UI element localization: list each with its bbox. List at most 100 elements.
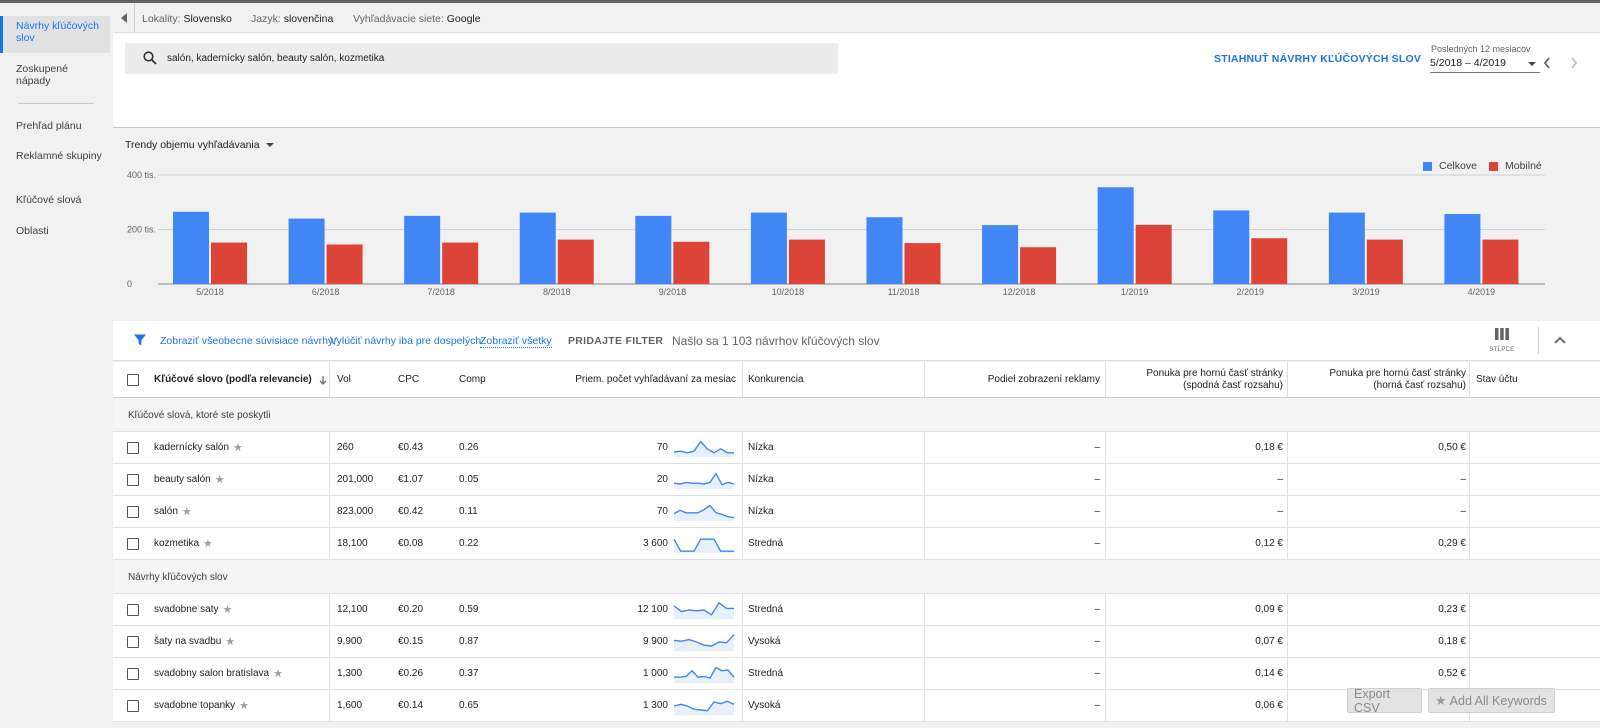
column-divider	[1105, 594, 1106, 625]
table-row[interactable]: kadernícky salón ★ 260 €0.43 0.26 70 Nízka – 0,1…	[113, 432, 1600, 464]
header-bid-low[interactable]: Ponuka pre hornú časť stránky (spodná ča…	[1113, 362, 1283, 397]
header-bid-high[interactable]: Ponuka pre hornú časť stránky (horná čas…	[1298, 362, 1466, 397]
date-range-select[interactable]: 5/2018 – 4/2019	[1430, 57, 1540, 73]
sidebar-item-plan-overview[interactable]: Prehľad plánu	[0, 120, 110, 132]
show-broad-ideas-link[interactable]: Zobraziť všeobecne súvisiace návrhy;	[160, 335, 336, 347]
sidebar-item-locations[interactable]: Oblasti	[0, 225, 110, 237]
column-divider	[1469, 432, 1470, 463]
download-keyword-ideas-link[interactable]: STIAHNUŤ NÁVRHY KĽÚČOVÝCH SLOV	[1214, 53, 1421, 65]
x-tick-label: 10/2018	[772, 287, 805, 297]
sidebar-item-label: Zoskupené nápady	[16, 63, 68, 87]
comp-cell: 0.22	[459, 538, 479, 549]
row-checkbox[interactable]	[127, 473, 139, 486]
table-row[interactable]: šaty na svadbu ★ 9,900 €0.15 0.87 9 900 Vysoká…	[113, 626, 1600, 658]
star-icon[interactable]: ★	[203, 537, 213, 550]
exclude-adult-ideas-link[interactable]: Vylúčiť návrhy iba pre dospelých	[330, 335, 481, 347]
bar-total	[982, 225, 1019, 284]
language-filter[interactable]: Jazyk: slovenčina	[251, 13, 333, 25]
collapse-sidebar-button[interactable]	[113, 3, 135, 32]
header-avg-searches[interactable]: Priem. počet vyhľadávaní za mesiac	[573, 362, 736, 397]
header-vol[interactable]: Vol	[337, 362, 351, 397]
star-icon[interactable]: ★	[182, 505, 192, 518]
star-icon[interactable]: ★	[233, 441, 243, 454]
header-keyword[interactable]: Kľúčové slovo (podľa relevancie)	[154, 362, 328, 397]
add-filter-button[interactable]: PRIDAJTE FILTER	[568, 335, 663, 347]
column-divider	[1469, 362, 1470, 397]
bid-low-cell: 0,12 €	[1255, 538, 1283, 549]
row-checkbox[interactable]	[127, 441, 139, 454]
keyword-cell: salón ★	[154, 496, 192, 527]
column-divider	[742, 658, 743, 689]
header-account-status[interactable]: Stav účtu	[1476, 362, 1518, 397]
cpc-cell: €0.43	[398, 442, 424, 453]
comp-cell: 0.65	[459, 700, 479, 711]
header-comp[interactable]: Comp	[459, 362, 486, 397]
keyword-cell: svadobny salon bratislava ★	[154, 658, 283, 689]
table-row[interactable]: salón ★ 823,000 €0.42 0.11 70 Nízka – – –	[113, 496, 1600, 528]
row-checkbox[interactable]	[127, 699, 139, 712]
filter-icon[interactable]	[133, 333, 147, 347]
header-impression-share[interactable]: Podiel zobrazení reklamy	[943, 362, 1100, 397]
vol-cell: 201,000	[337, 474, 374, 485]
row-checkbox[interactable]	[127, 667, 139, 680]
trend-sparkline	[673, 504, 735, 521]
trend-sparkline	[673, 634, 735, 651]
show-all-link[interactable]: Zobraziť všetky	[480, 335, 552, 348]
header-cpc[interactable]: CPC	[398, 362, 419, 397]
star-icon[interactable]: ★	[225, 635, 235, 648]
table-row[interactable]: svadobny salon bratislava ★ 1,300 €0.26 0.37…	[113, 658, 1600, 690]
bar-mobile	[1366, 239, 1403, 284]
cpc-cell: €0.26	[398, 668, 424, 679]
keyword-cell: šaty na svadbu ★	[154, 626, 235, 657]
bar-total	[1097, 187, 1134, 284]
x-tick-label: 4/2019	[1468, 287, 1496, 297]
row-checkbox-cell	[127, 464, 139, 495]
keyword-search-input[interactable]: salón, kadernícky salón, beauty salón, k…	[125, 43, 838, 74]
sidebar-item-grouped-ideas[interactable]: Zoskupené nápady	[0, 63, 110, 87]
location-filter[interactable]: Lokality: Slovensko	[142, 13, 232, 25]
header-keyword-label: Kľúčové slovo (podľa relevancie)	[154, 374, 312, 385]
keywords-table: Kľúčové slovo (podľa relevancie) Vol CPC…	[113, 362, 1600, 722]
star-icon[interactable]: ★	[215, 473, 225, 486]
impression-share-cell: –	[1094, 474, 1100, 485]
network-filter[interactable]: Vyhľadávacie siete: Google	[353, 13, 481, 25]
column-divider	[1287, 690, 1288, 721]
competition-cell: Stredná	[748, 538, 784, 549]
impression-share-cell: –	[1094, 442, 1100, 453]
table-row[interactable]: svadobne saty ★ 12,100 €0.20 0.59 12 100 Stred…	[113, 594, 1600, 626]
columns-button[interactable]: STĹPCE	[1487, 327, 1517, 353]
chevron-up-icon[interactable]	[1553, 333, 1567, 347]
bar-mobile	[788, 239, 825, 284]
table-row[interactable]: kozmetika ★ 18,100 €0.08 0.22 3 600 Stredná – 0,…	[113, 528, 1600, 560]
previous-period-button[interactable]	[1539, 55, 1555, 71]
vol-cell: 1,300	[337, 668, 363, 679]
next-period-button[interactable]	[1566, 55, 1582, 71]
keyword-cell: beauty salón ★	[154, 464, 225, 495]
column-divider	[329, 626, 330, 657]
select-all-checkbox[interactable]	[127, 373, 139, 386]
bar-mobile	[1135, 224, 1172, 284]
bid-low-cell: 0,14 €	[1255, 668, 1283, 679]
row-checkbox[interactable]	[127, 603, 139, 616]
avg-searches-cell: 9 900	[642, 636, 668, 647]
export-csv-button[interactable]: Export CSV	[1347, 687, 1422, 715]
star-icon[interactable]: ★	[223, 603, 233, 616]
vol-cell: 260	[337, 442, 354, 453]
top-bar: Lokality: Slovensko Jazyk: slovenčina Vy…	[113, 0, 1600, 32]
cpc-cell: €0.14	[398, 700, 424, 711]
bar-total	[519, 212, 556, 284]
row-checkbox[interactable]	[127, 635, 139, 648]
add-all-keywords-button[interactable]: ★ Add All Keywords	[1428, 688, 1555, 713]
keyword-text: kadernícky salón	[154, 442, 230, 453]
row-checkbox[interactable]	[127, 537, 139, 550]
column-divider	[924, 432, 925, 463]
sidebar-item-keywords[interactable]: Kľúčové slová	[0, 194, 110, 206]
star-icon[interactable]: ★	[239, 699, 249, 712]
header-competition[interactable]: Konkurencia	[748, 362, 804, 397]
sidebar-item-ad-groups[interactable]: Reklamné skupiny	[0, 150, 110, 162]
row-checkbox[interactable]	[127, 505, 139, 518]
star-icon[interactable]: ★	[273, 667, 283, 680]
table-row[interactable]: beauty salón ★ 201,000 €1.07 0.05 20 Nízka – – –	[113, 464, 1600, 496]
date-range-value: 5/2018 – 4/2019	[1430, 57, 1506, 69]
sidebar-item-keyword-ideas[interactable]: Návrhy kľúčových slov	[0, 16, 110, 53]
